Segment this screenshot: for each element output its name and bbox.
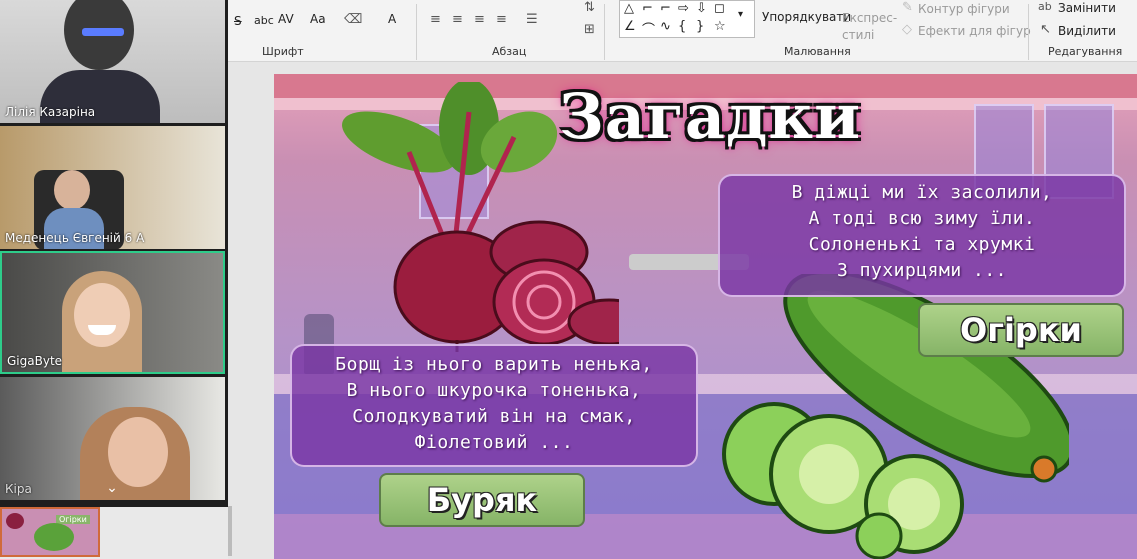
participant-head xyxy=(74,283,130,347)
brace-left-shape-icon[interactable]: { xyxy=(678,19,686,34)
arrow-down-shape-icon[interactable]: ⇩ xyxy=(696,1,707,16)
chevron-down-icon[interactable]: ⌄ xyxy=(100,481,124,496)
riddle-beet-line: В нього шкурочка тоненька, xyxy=(346,380,642,401)
columns-icon[interactable]: ☰ xyxy=(526,12,538,27)
align-right-icon[interactable]: ≡ xyxy=(474,12,485,27)
text-direction-icon[interactable]: ⇅ xyxy=(584,0,595,15)
strikethrough-button[interactable]: S xyxy=(234,14,242,28)
shapes-gallery[interactable]: △ ⌐ ⌐ ⇨ ⇩ ◻ ∠ ⌒ ∿ { } ☆ ▾ xyxy=(619,0,755,38)
font-group-label: Шрифт xyxy=(262,45,304,58)
riddle-beet-line: Борщ із нього варить ненька, xyxy=(335,354,653,375)
drawing-group-label: Малювання xyxy=(784,45,851,58)
callout-shape-icon[interactable]: ◻ xyxy=(714,1,725,16)
video-tile[interactable]: Меденець Євгеній 6 А xyxy=(0,126,225,249)
replace-icon[interactable]: ab xyxy=(1038,0,1052,13)
align-center-icon[interactable]: ≡ xyxy=(452,12,463,27)
video-tile-active[interactable]: GigaByte xyxy=(0,251,225,374)
participant-name: GigaByte xyxy=(7,354,63,368)
curve-shape-icon[interactable]: ∠ xyxy=(624,19,636,34)
separator xyxy=(1028,4,1029,60)
slide-title[interactable]: Загадки xyxy=(559,80,861,153)
shape-effects-button[interactable]: Ефекти для фігур xyxy=(918,24,1031,38)
participant-name: Кіра xyxy=(5,482,32,496)
thumbnail-beet xyxy=(6,513,24,529)
riddle-beet-line: Солодкуватий він на смак, xyxy=(352,406,636,427)
participant-head xyxy=(54,170,90,210)
quick-styles-button[interactable]: Експрес-стилі xyxy=(842,10,898,44)
thumb-scroll[interactable] xyxy=(228,506,232,556)
participant-name: Меденець Євгеній 6 А xyxy=(5,231,145,245)
select-cursor-icon[interactable]: ↖ xyxy=(1040,22,1051,37)
shape-outline-icon[interactable]: ✎ xyxy=(902,0,913,15)
char-spacing-button[interactable]: AV xyxy=(278,12,294,26)
riddle-cucumber-line: В діжці ми їх засолили, xyxy=(791,182,1053,203)
editing-group-label: Редагування xyxy=(1048,45,1123,58)
justify-icon[interactable]: ≡ xyxy=(496,12,507,27)
select-button[interactable]: Виділити xyxy=(1058,24,1116,38)
riddle-cucumber-box[interactable]: В діжці ми їх засолили, А тоді всю зиму … xyxy=(718,174,1126,297)
riddle-beet-box[interactable]: Борщ із нього варить ненька, В нього шку… xyxy=(290,344,698,467)
paragraph-group-label: Абзац xyxy=(492,45,527,58)
shape-effects-icon[interactable]: ◇ xyxy=(902,22,912,37)
separator xyxy=(416,4,417,60)
glasses-reflection xyxy=(82,28,124,36)
smartart-icon[interactable]: ⊞ xyxy=(584,22,595,37)
triangle-shape-icon[interactable]: △ xyxy=(624,1,634,16)
arrow-right-shape-icon[interactable]: ⇨ xyxy=(678,1,689,16)
answer-beet-box[interactable]: Буряк xyxy=(379,473,585,527)
elbow-shape-icon[interactable]: ⌐ xyxy=(660,1,671,16)
riddle-cucumber-line: З пухирцями ... xyxy=(836,260,1008,281)
ribbon: S abc AV Aa ⌫ A Шрифт ≡ ≡ ≡ ≡ ☰ Абзац ⇅ … xyxy=(228,0,1137,62)
separator xyxy=(604,4,605,60)
change-case-button[interactable]: Aa xyxy=(310,12,326,26)
video-tile[interactable]: Лілія Казаріна xyxy=(0,0,225,123)
answer-cucumber-box[interactable]: Огірки xyxy=(918,303,1124,357)
slide-canvas[interactable]: Загадки В діжці ми їх засолили, А тоді в… xyxy=(274,74,1137,559)
wave-shape-icon[interactable]: ∿ xyxy=(660,19,671,34)
replace-button[interactable]: Замінити xyxy=(1058,1,1116,15)
connector-shape-icon[interactable]: ⌐ xyxy=(642,1,653,16)
riddle-cucumber-line: А тоді всю зиму їли. xyxy=(808,208,1036,229)
thumbnail-pane[interactable] xyxy=(228,62,274,559)
riddle-cucumber-line: Солоненькі та хрумкі xyxy=(808,234,1036,255)
video-panel: Лілія Казаріна Меденець Євгеній 6 А Giga… xyxy=(0,0,228,507)
arrange-button[interactable]: Упорядкувати xyxy=(762,10,851,24)
shape-outline-button[interactable]: Контур фігури xyxy=(918,2,1010,16)
align-left-icon[interactable]: ≡ xyxy=(430,12,441,27)
riddle-beet-line: Фіолетовий ... xyxy=(414,432,574,453)
gallery-expand-icon[interactable]: ▾ xyxy=(738,9,743,20)
thumbnail-cucumber xyxy=(34,523,74,551)
slide-thumbnail[interactable]: Огірки xyxy=(0,507,100,557)
participant-head xyxy=(108,417,168,487)
arc-shape-icon[interactable]: ⌒ xyxy=(642,19,655,38)
brace-right-shape-icon[interactable]: } xyxy=(696,19,704,34)
participant-name: Лілія Казаріна xyxy=(5,105,96,119)
font-color-button[interactable]: A xyxy=(388,12,396,26)
star-shape-icon[interactable]: ☆ xyxy=(714,19,726,34)
clear-format-icon[interactable]: ⌫ xyxy=(344,12,362,27)
abc-button[interactable]: abc xyxy=(254,14,274,27)
thumbnail-answer: Огірки xyxy=(56,515,90,524)
